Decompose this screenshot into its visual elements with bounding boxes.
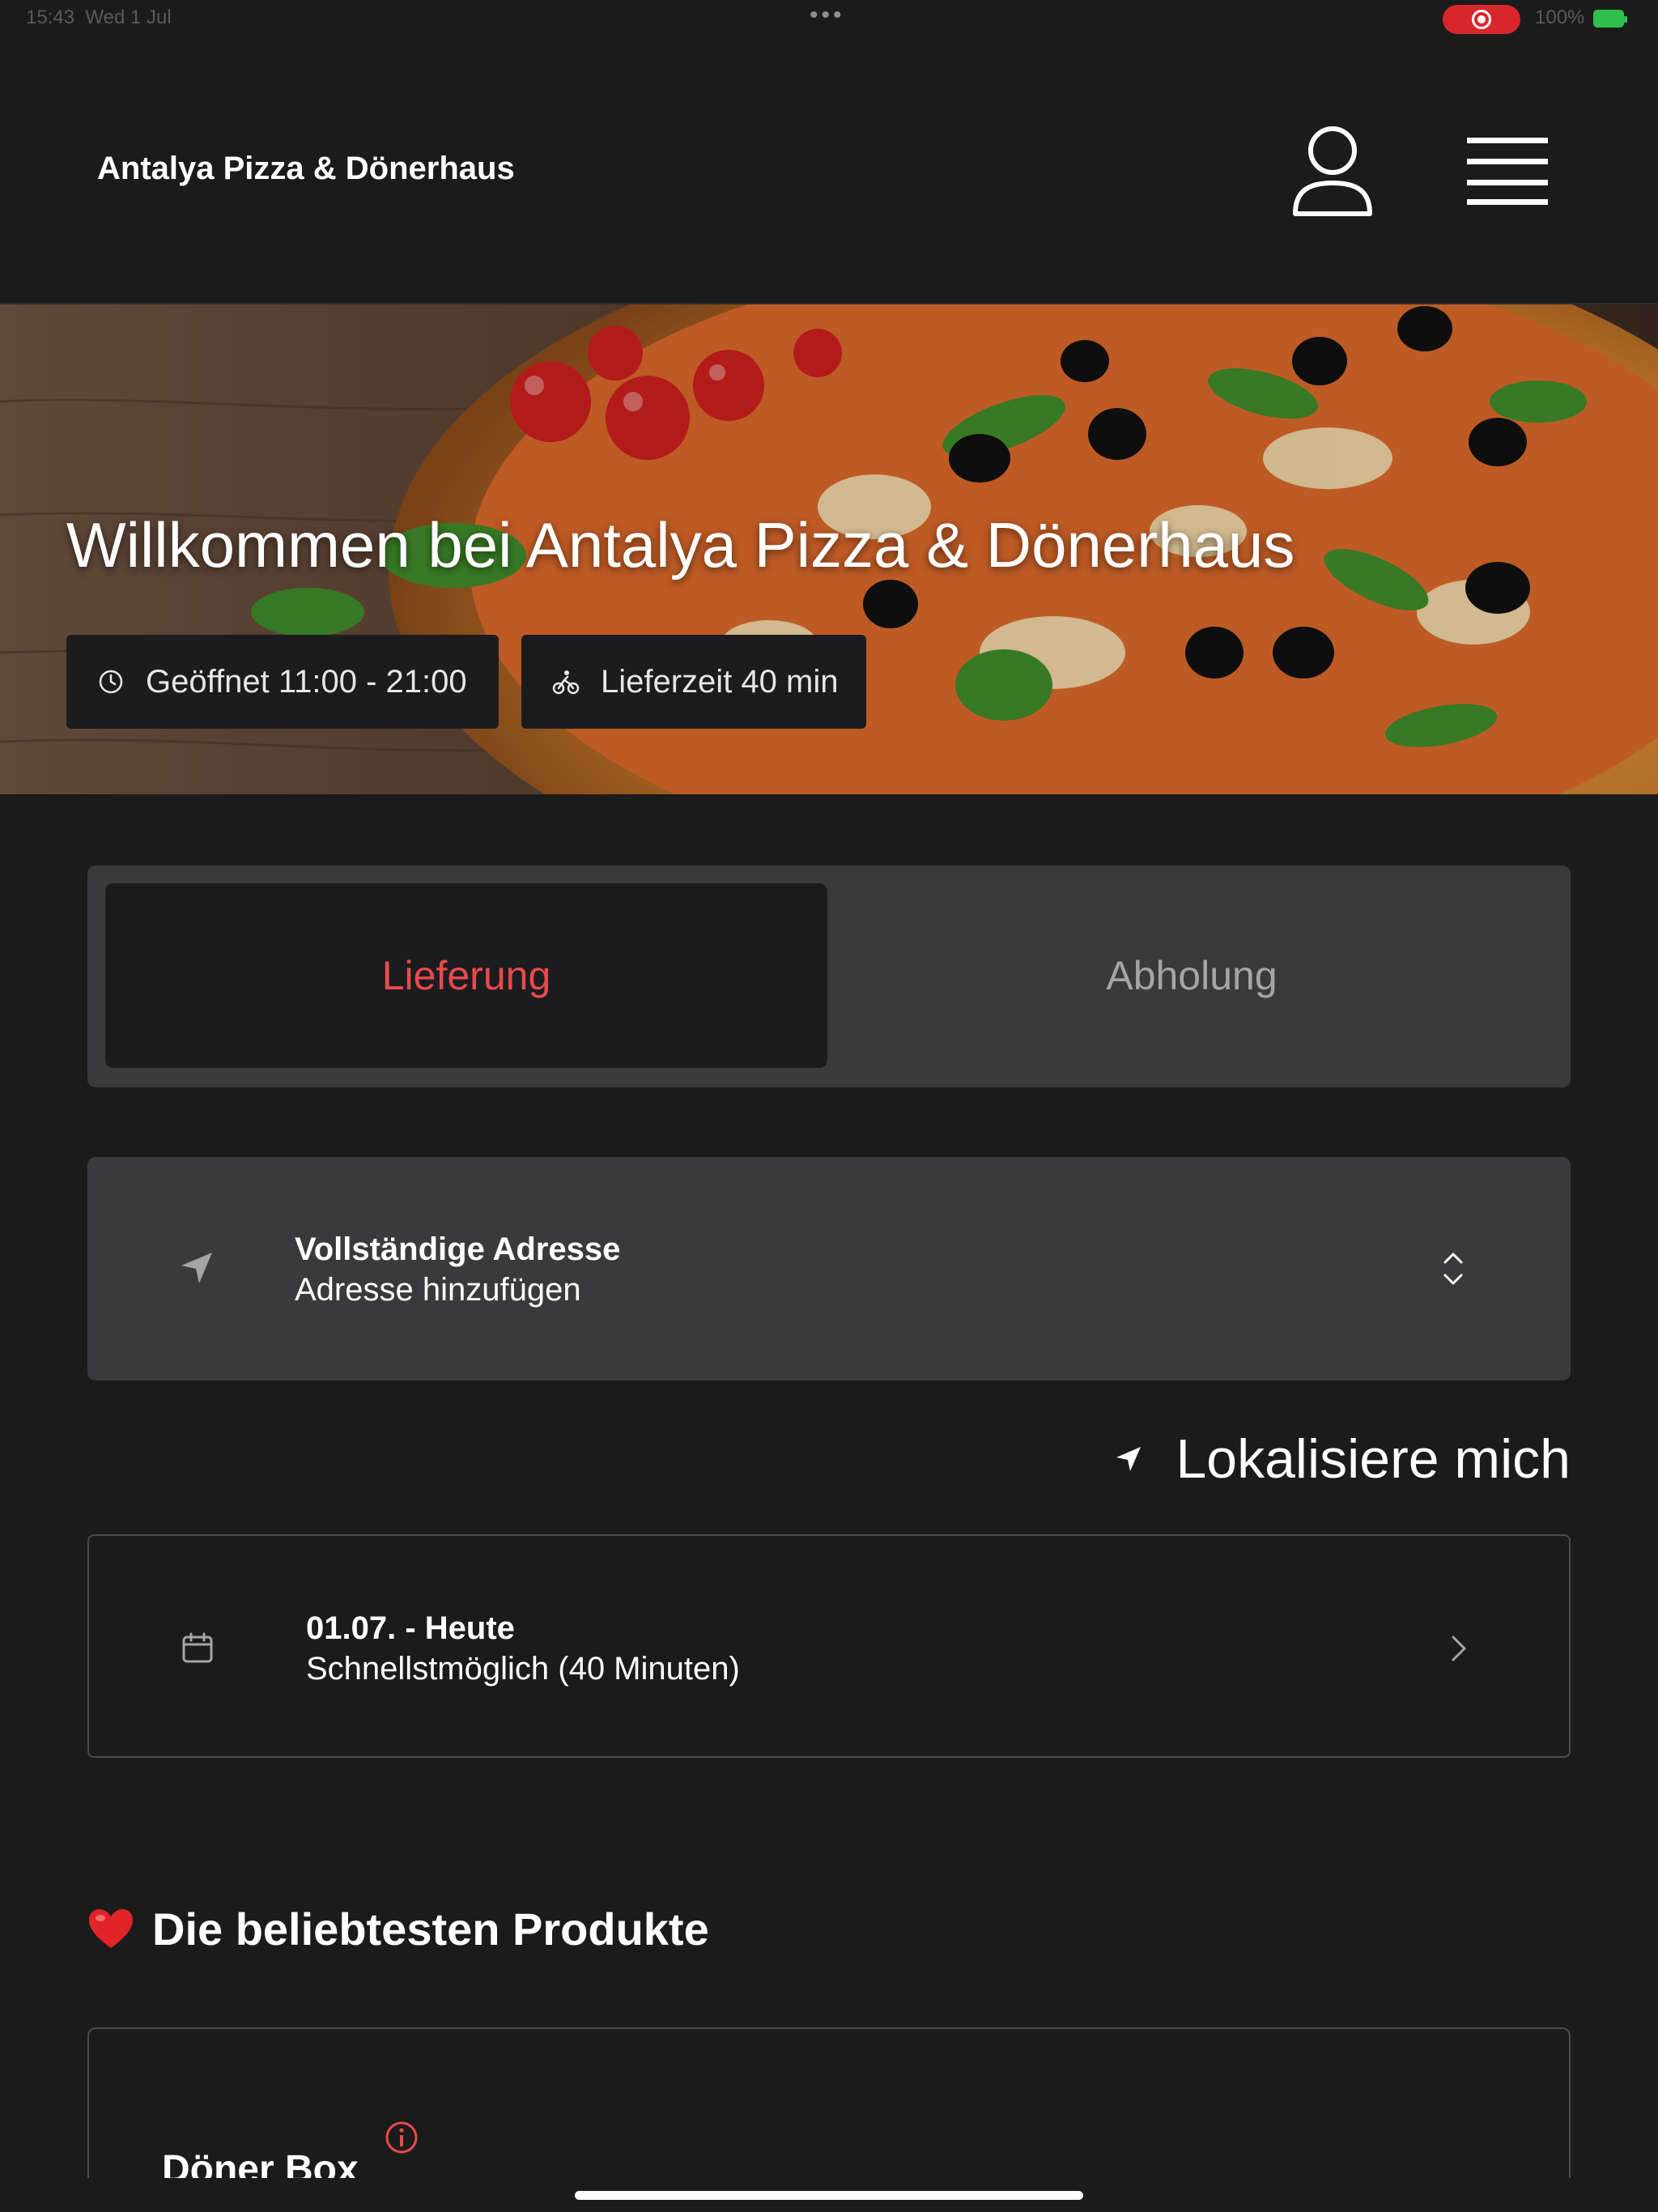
screen-recording-indicator[interactable]: [1443, 5, 1520, 34]
popular-products-title: Die beliebtesten Produkte: [152, 1903, 709, 1955]
battery-percent: 100%: [1535, 6, 1585, 28]
battery-icon: [1593, 10, 1627, 28]
hamburger-menu-icon: [1467, 138, 1548, 205]
calendar-icon: [182, 1632, 213, 1663]
menu-button[interactable]: [1465, 134, 1550, 207]
delivery-time-text: Lieferzeit 40 min: [601, 663, 839, 700]
opening-hours-text: Geöffnet 11:00 - 21:00: [146, 663, 467, 700]
order-mode-toggle: Lieferung Abholung: [87, 866, 1571, 1087]
opening-hours-badge: Geöffnet 11:00 - 21:00: [66, 635, 499, 729]
location-arrow-icon: [181, 1253, 212, 1283]
bicycle-courier-icon: [552, 670, 580, 695]
status-bar: 15:43 Wed 1 Jul ••• 100%: [0, 0, 1658, 39]
pickup-option[interactable]: Abholung: [831, 883, 1553, 1068]
chevron-up-down-icon: [1443, 1253, 1463, 1285]
record-icon: [1472, 10, 1491, 29]
delivery-option[interactable]: Lieferung: [105, 883, 827, 1068]
app-header: Antalya Pizza & Dönerhaus: [0, 39, 1658, 304]
locate-me-label: Lokalisiere mich: [1175, 1428, 1571, 1490]
address-subtitle: Adresse hinzufügen: [295, 1272, 581, 1308]
info-icon[interactable]: [384, 2120, 419, 2155]
clock-icon: [99, 670, 123, 694]
account-button[interactable]: [1290, 123, 1375, 219]
restaurant-brand[interactable]: Antalya Pizza & Dönerhaus: [97, 151, 515, 187]
schedule-time: Schnellstmöglich (40 Minuten): [306, 1651, 740, 1687]
app-screen: 15:43 Wed 1 Jul ••• 100% Antalya Pizza &…: [0, 0, 1658, 2212]
user-icon: [1293, 126, 1372, 216]
address-title: Vollständige Adresse: [295, 1231, 621, 1267]
heart-icon: [89, 1909, 133, 1948]
schedule-date: 01.07. - Heute: [306, 1610, 515, 1646]
locate-me-button[interactable]: Lokalisiere mich: [1107, 1427, 1571, 1491]
welcome-title: Willkommen bei Antalya Pizza & Dönerhaus: [66, 509, 1295, 581]
address-selector[interactable]: Vollständige Adresse Adresse hinzufügen: [87, 1157, 1571, 1380]
chevron-right-icon: [1452, 1636, 1466, 1661]
home-indicator[interactable]: [575, 2191, 1083, 2200]
status-time: 15:43 Wed 1 Jul: [26, 6, 172, 28]
multitasking-dots[interactable]: •••: [810, 2, 845, 29]
delivery-time-badge: Lieferzeit 40 min: [521, 635, 866, 729]
location-arrow-icon: [1116, 1447, 1141, 1471]
popular-products-heading: Die beliebtesten Produkte: [87, 1896, 709, 1961]
delivery-time-selector[interactable]: 01.07. - Heute Schnellstmöglich (40 Minu…: [87, 1534, 1571, 1758]
